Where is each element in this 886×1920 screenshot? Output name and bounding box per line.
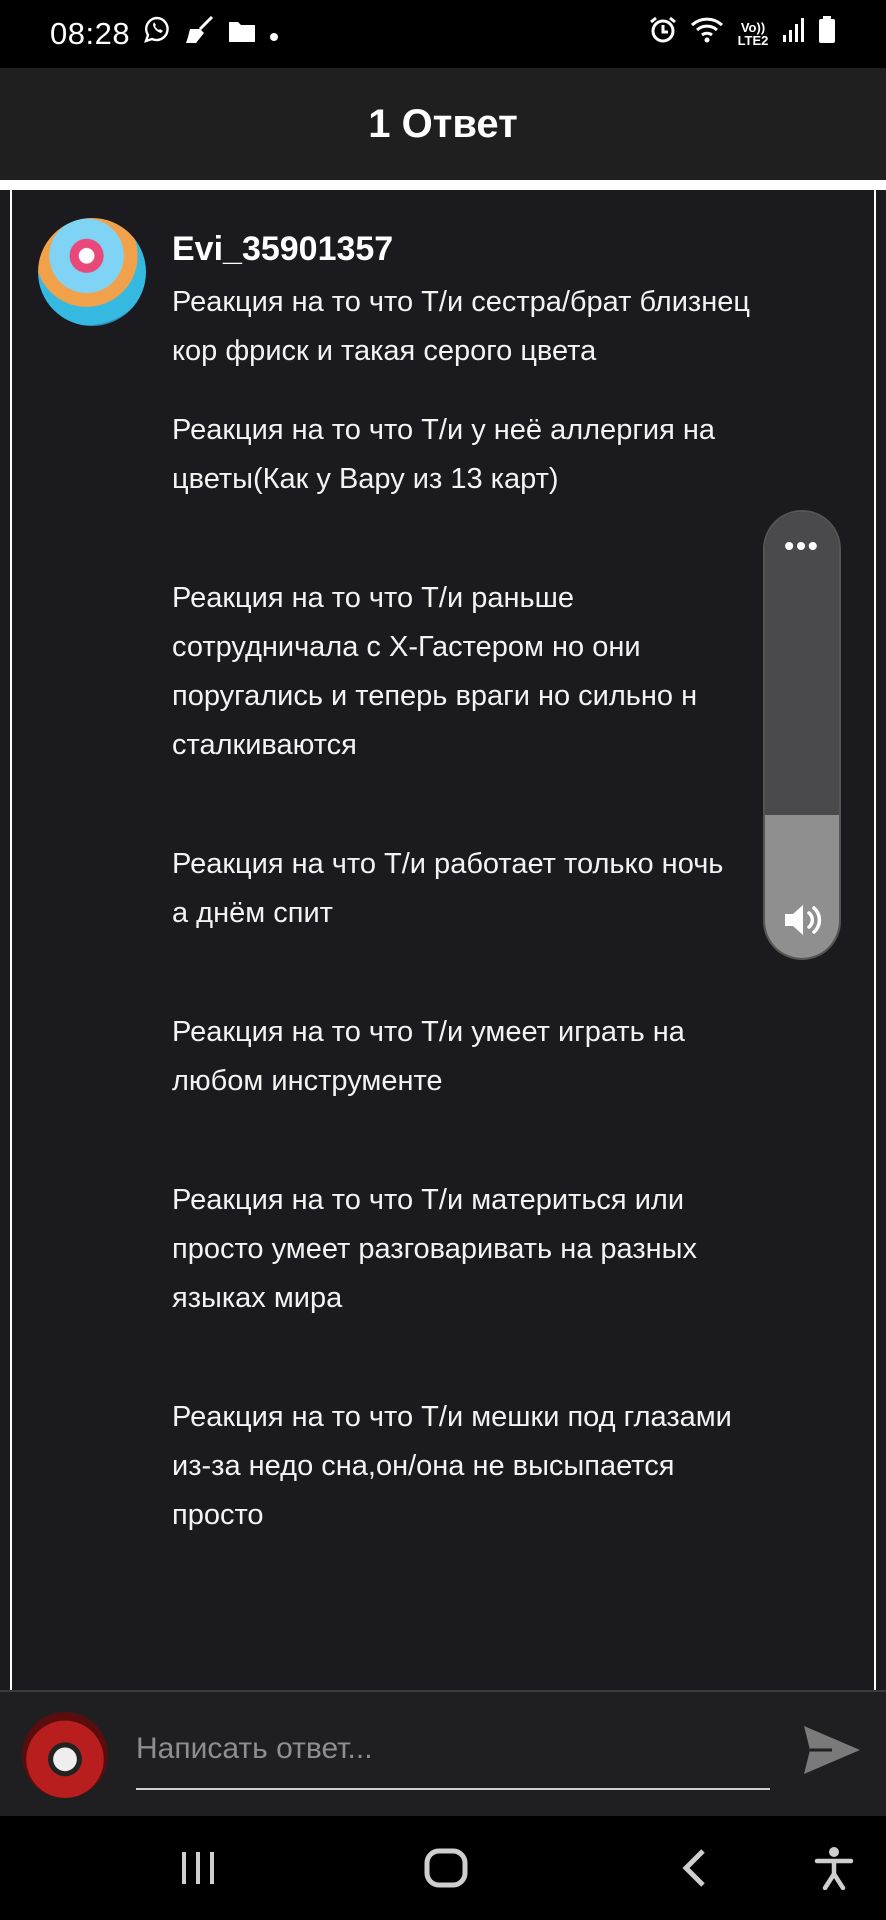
alarm-icon — [648, 15, 678, 53]
header: 1 Ответ — [0, 68, 886, 180]
recents-button[interactable] — [168, 1838, 228, 1898]
home-button[interactable] — [416, 1838, 476, 1898]
reply-input[interactable] — [136, 1710, 770, 1790]
post-paragraph: Реакция на то что Т/и умеет играть на лю… — [172, 1016, 685, 1097]
more-options-button[interactable]: ••• — [765, 530, 839, 562]
wifi-icon — [690, 16, 724, 52]
accessibility-button[interactable] — [804, 1838, 864, 1898]
user-avatar[interactable] — [22, 1712, 108, 1798]
viber-icon — [142, 15, 172, 53]
status-time: 08:28 — [50, 16, 131, 51]
page-title: 1 Ответ — [368, 101, 518, 146]
author-avatar[interactable] — [38, 218, 146, 326]
broom-icon — [184, 15, 216, 53]
volte-icon: Vo)) LTE2 — [737, 20, 769, 48]
author-username[interactable]: Evi_35901357 — [172, 230, 393, 269]
signal-icon — [782, 17, 806, 51]
status-bar: 08:28 Vo)) LTE2 — [0, 0, 886, 68]
reply-bar — [0, 1690, 886, 1816]
dot-icon — [268, 17, 280, 51]
post-paragraph: Реакция на то что Т/и сестра/брат близне… — [172, 286, 750, 367]
navigation-bar — [0, 1816, 886, 1920]
folder-icon — [228, 17, 256, 51]
divider — [0, 180, 886, 190]
post-paragraph: Реакция на то что Т/и мешки под глазами … — [172, 1401, 732, 1531]
post-container: Evi_35901357 Реакция на то что Т/и сестр… — [10, 190, 876, 1690]
volume-slider[interactable]: ••• — [763, 510, 841, 960]
speaker-icon[interactable] — [782, 900, 826, 940]
post-paragraph: Реакция на то что Т/и у неё аллергия на … — [172, 414, 715, 495]
back-button[interactable] — [664, 1838, 724, 1898]
post-paragraph: Реакция на то что Т/и материться или про… — [172, 1184, 697, 1314]
send-button[interactable] — [800, 1718, 864, 1782]
battery-icon — [818, 16, 836, 52]
